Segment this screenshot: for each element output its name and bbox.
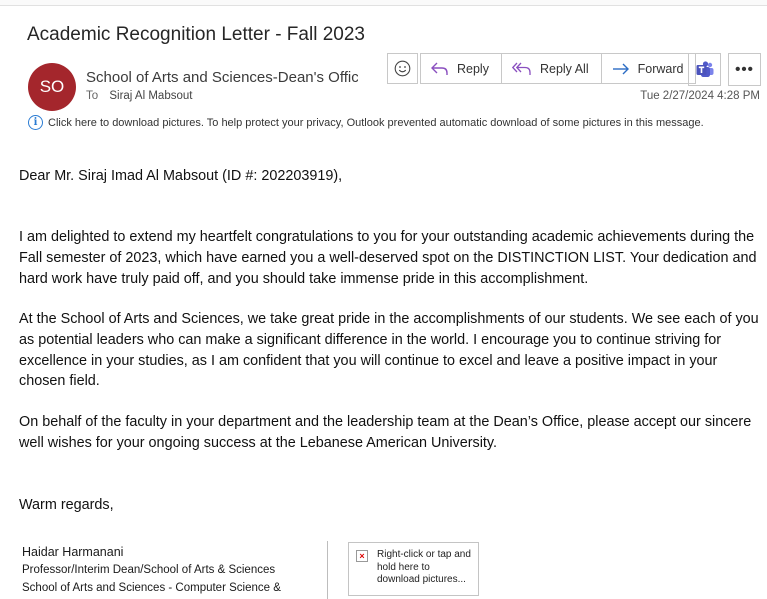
recipient-name[interactable]: Siraj Al Mabsout <box>109 90 192 102</box>
more-actions-button[interactable]: ••• <box>728 53 761 86</box>
reaction-button[interactable] <box>387 53 418 84</box>
reply-button[interactable]: Reply <box>421 54 502 83</box>
body-paragraph-2: At the School of Arts and Sciences, we t… <box>19 311 759 390</box>
teams-share-button[interactable] <box>688 53 721 86</box>
body-paragraph-1: I am delighted to extend my heartfelt co… <box>19 229 757 287</box>
signature-department: School of Arts and Sciences - Computer S… <box>22 582 281 594</box>
recipient-row: To Siraj Al Mabsout <box>86 90 192 102</box>
signature-name: Haidar Harmanani <box>22 545 124 559</box>
forward-icon <box>612 63 629 74</box>
blocked-image-text: Right-click or tap and hold here to down… <box>377 549 471 585</box>
body-paragraph-3: On behalf of the faculty in your departm… <box>19 414 752 451</box>
teams-icon <box>696 61 713 77</box>
sender-name[interactable]: School of Arts and Sciences-Dean's Offic… <box>86 69 358 86</box>
reply-icon <box>431 62 448 75</box>
info-icon: i <box>28 115 43 130</box>
window-top-edge <box>0 0 767 6</box>
smiley-icon <box>394 60 411 77</box>
reply-button-group: Reply Reply All Forward <box>420 53 697 84</box>
signature-title: Professor/Interim Dean/School of Arts & … <box>22 564 276 576</box>
forward-label: Forward <box>637 61 684 76</box>
download-pictures-text: Click here to download pictures. To help… <box>48 116 704 129</box>
to-label: To <box>86 90 99 102</box>
email-subject: Academic Recognition Letter - Fall 2023 <box>27 24 365 45</box>
signature-block: Haidar Harmanani Professor/Interim Dean/… <box>22 543 281 597</box>
greeting: Dear Mr. Siraj Imad Al Mabsout (ID #: 20… <box>19 168 343 185</box>
message-toolbar: Reply Reply All Forward <box>387 53 697 84</box>
broken-image-icon: × <box>356 550 368 562</box>
closing: Warm regards, <box>19 497 114 514</box>
reply-all-button[interactable]: Reply All <box>502 54 602 83</box>
reply-all-label: Reply All <box>539 61 589 76</box>
download-pictures-bar[interactable]: i Click here to download pictures. To he… <box>28 115 704 130</box>
blocked-image-placeholder[interactable]: × Right-click or tap and hold here to do… <box>348 542 479 596</box>
avatar-initials: SO <box>39 77 65 96</box>
received-date: Tue 2/27/2024 4:28 PM <box>640 90 760 102</box>
reply-label: Reply <box>457 61 489 76</box>
signature-divider <box>327 541 328 599</box>
forward-button[interactable]: Forward <box>602 54 696 83</box>
reply-all-icon <box>511 62 531 75</box>
sender-avatar[interactable]: SO <box>28 63 76 111</box>
